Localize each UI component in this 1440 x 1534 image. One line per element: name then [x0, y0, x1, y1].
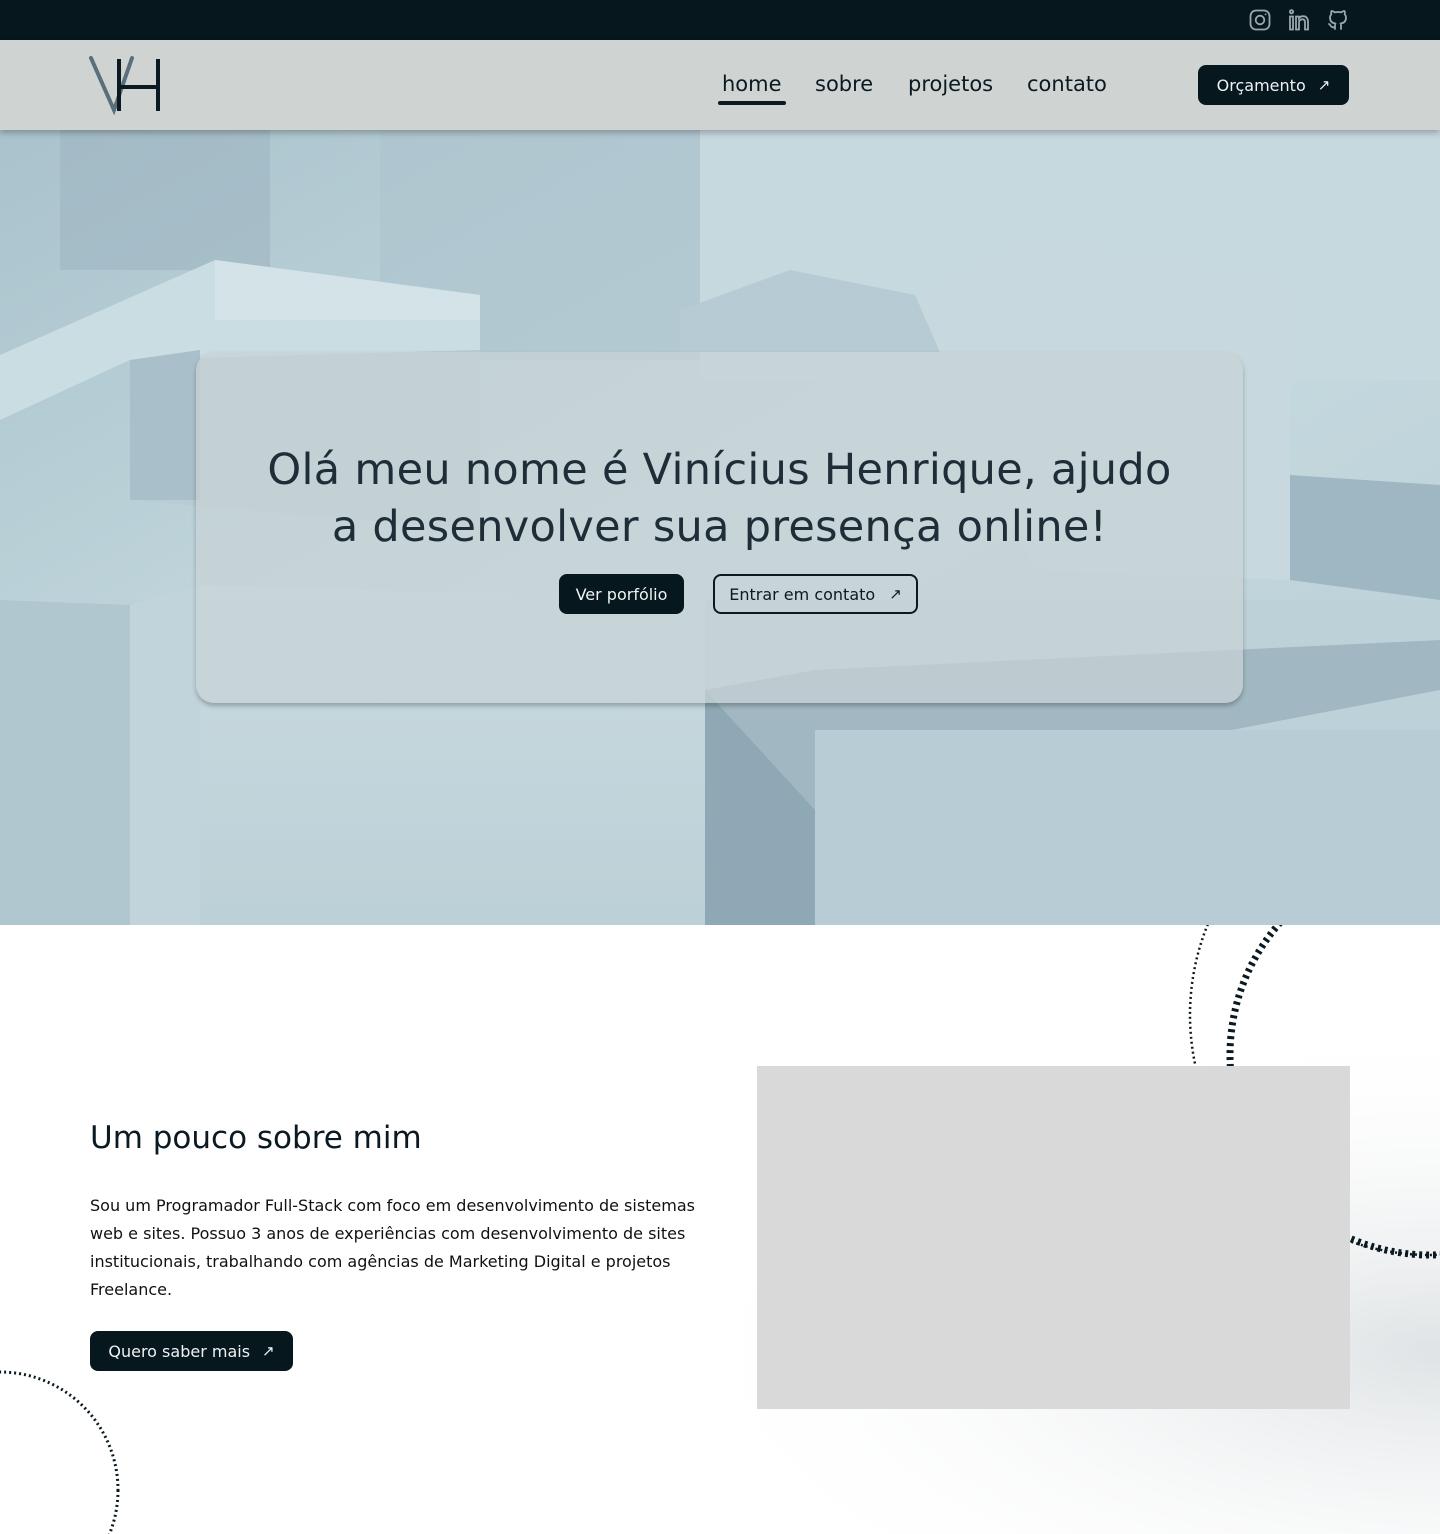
- instagram-icon[interactable]: [1248, 8, 1272, 32]
- main-header: home sobre projetos contato Orçamento ↗: [0, 40, 1440, 130]
- ver-portfolio-label: Ver porfólio: [575, 584, 668, 604]
- orcamento-button[interactable]: Orçamento ↗: [1198, 65, 1349, 105]
- hero-heading-line1: Olá meu nome é Vinícius Henrique, ajudo: [267, 445, 1172, 495]
- entrar-em-contato-label: Entrar em contato: [729, 584, 876, 604]
- hero-heading: Olá meu nome é Vinícius Henrique, ajudo …: [236, 442, 1203, 556]
- quero-saber-mais-button[interactable]: Quero saber mais ↗: [90, 1331, 293, 1371]
- nav-projetos[interactable]: projetos: [908, 70, 993, 98]
- quero-saber-mais-label: Quero saber mais: [108, 1341, 251, 1361]
- nav-sobre[interactable]: sobre: [815, 70, 873, 98]
- ver-portfolio-button[interactable]: Ver porfólio: [559, 574, 684, 614]
- about-image-placeholder: [757, 1066, 1350, 1409]
- orcamento-label: Orçamento: [1216, 75, 1306, 95]
- entrar-em-contato-button[interactable]: Entrar em contato ↗: [713, 574, 918, 614]
- about-title: Um pouco sobre mim: [90, 1120, 422, 1156]
- nav-contato[interactable]: contato: [1027, 70, 1107, 98]
- hero-heading-line2: a desenvolver sua presença online!: [331, 502, 1108, 552]
- hero-section: Olá meu nome é Vinícius Henrique, ajudo …: [0, 130, 1440, 925]
- about-text: Sou um Programador Full-Stack com foco e…: [90, 1196, 695, 1299]
- top-bar: [0, 0, 1440, 40]
- logo[interactable]: [88, 55, 164, 116]
- nav-home[interactable]: home: [718, 70, 786, 105]
- linkedin-icon[interactable]: [1287, 8, 1311, 32]
- arrow-up-right-icon: ↗: [262, 1341, 275, 1360]
- arrow-up-right-icon: ↗: [1317, 75, 1331, 94]
- github-icon[interactable]: [1326, 8, 1350, 32]
- hero-card: Olá meu nome é Vinícius Henrique, ajudo …: [196, 352, 1243, 703]
- arrow-up-right-icon: ↗: [889, 584, 902, 603]
